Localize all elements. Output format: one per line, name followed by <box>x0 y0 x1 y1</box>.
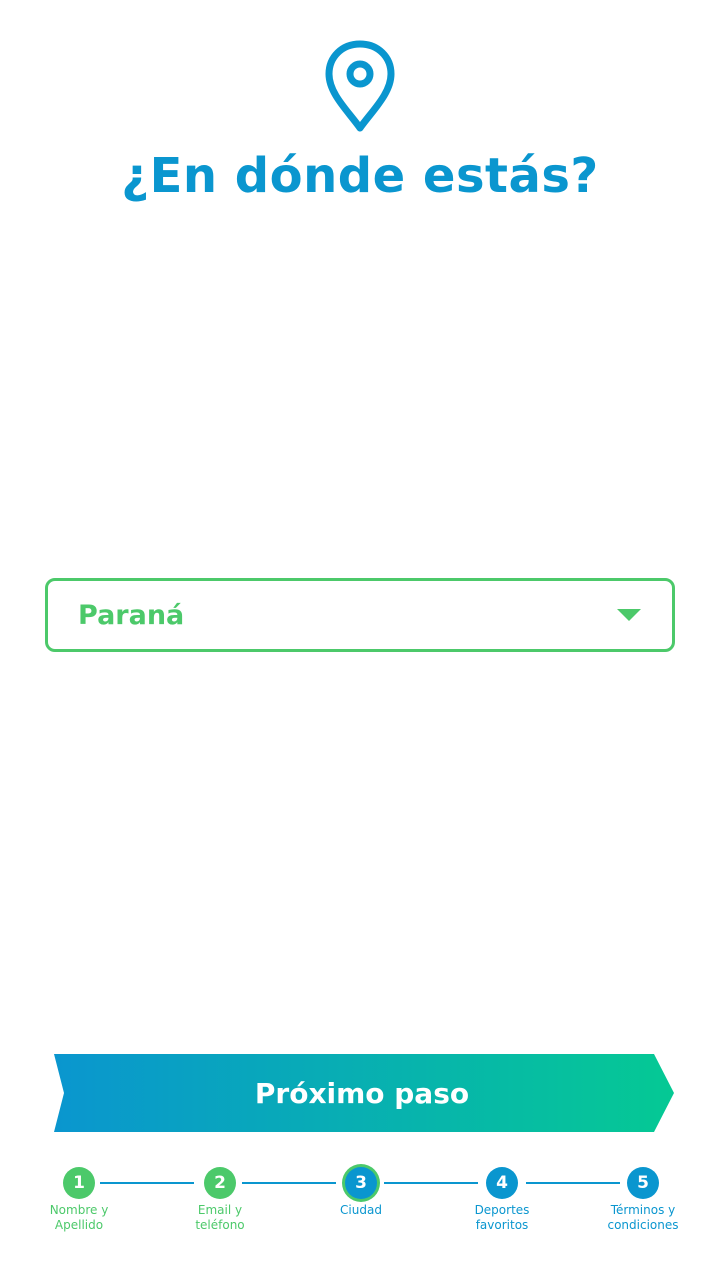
next-step-button[interactable]: Próximo paso <box>48 1054 676 1132</box>
next-step-label: Próximo paso <box>254 1076 470 1110</box>
city-step-screen: ¿En dónde estás? Paraná Próximo paso 1 N… <box>0 0 720 1280</box>
chevron-down-icon <box>617 609 641 621</box>
step-number: 2 <box>204 1167 236 1199</box>
step-number: 1 <box>63 1167 95 1199</box>
page-title: ¿En dónde estás? <box>121 148 599 204</box>
step-label: Nombre y Apellido <box>49 1203 109 1232</box>
step-3: 3 Ciudad <box>311 1160 411 1218</box>
step-number: 3 <box>345 1167 377 1199</box>
step-5: 5 Términos y condiciones <box>593 1160 693 1233</box>
location-pin-icon <box>325 40 395 132</box>
step-label: Email y teléfono <box>195 1203 245 1232</box>
step-2: 2 Email y teléfono <box>170 1160 270 1233</box>
step-label: Deportes favoritos <box>474 1203 530 1232</box>
step-label: Términos y condiciones <box>607 1203 679 1232</box>
step-number: 4 <box>486 1167 518 1199</box>
step-label: Ciudad <box>340 1203 382 1217</box>
step-4: 4 Deportes favoritos <box>452 1160 552 1233</box>
city-select-value: Paraná <box>78 599 185 631</box>
progress-stepper: 1 Nombre y Apellido 2 Email y teléfono 3… <box>0 1160 720 1250</box>
city-select[interactable]: Paraná <box>45 578 675 652</box>
step-1: 1 Nombre y Apellido <box>29 1160 129 1233</box>
step-number: 5 <box>627 1167 659 1199</box>
